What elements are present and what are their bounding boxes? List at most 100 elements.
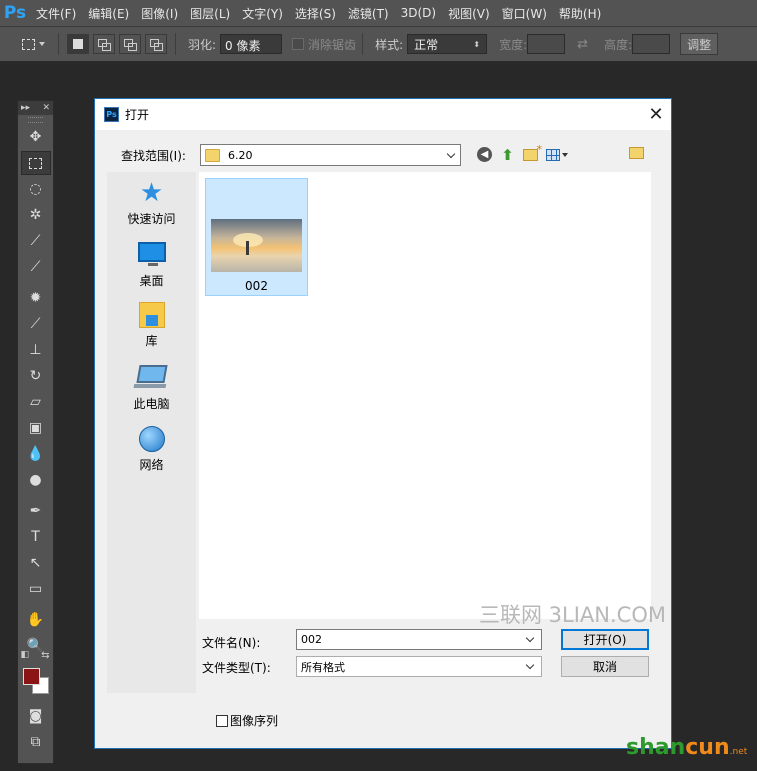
place-label: 快速访问 bbox=[127, 212, 176, 226]
tool-preset-picker[interactable] bbox=[14, 33, 52, 55]
filename-input[interactable]: 002 bbox=[296, 629, 542, 650]
filetype-select[interactable]: 所有格式 bbox=[296, 656, 542, 677]
eyedropper-tool-icon[interactable]: ⟋ bbox=[21, 255, 51, 279]
healing-brush-tool-icon[interactable]: ✹ bbox=[21, 286, 51, 310]
place-label: 桌面 bbox=[139, 274, 164, 288]
toolbox-grip[interactable] bbox=[28, 117, 43, 123]
chevron-down-icon bbox=[38, 42, 45, 46]
options-bar: 羽化: 0 像素 消除锯齿 样式: 正常 ⬍ 宽度: ⇄ 高度: 调整 bbox=[0, 26, 757, 62]
look-in-combo[interactable]: 6.20 bbox=[200, 144, 461, 166]
place-library[interactable]: 库 bbox=[107, 302, 196, 349]
antialias-label: 消除锯齿 bbox=[308, 37, 357, 52]
back-button[interactable]: ◀ bbox=[475, 145, 494, 164]
gradient-tool-icon[interactable]: ▣ bbox=[21, 416, 51, 440]
clone-stamp-tool-icon[interactable]: ⊥ bbox=[21, 338, 51, 362]
toolbox-header[interactable]: ▸▸ ✕ bbox=[18, 101, 53, 115]
place-label: 网络 bbox=[139, 458, 164, 472]
menu-image[interactable]: 图像(I) bbox=[135, 5, 184, 22]
move-tool-icon[interactable]: ✥ bbox=[21, 125, 51, 149]
desktop-icon bbox=[137, 242, 166, 266]
hand-tool-icon[interactable]: ✋ bbox=[21, 608, 51, 632]
color-swatches[interactable]: ◧ ⇆ bbox=[19, 650, 53, 696]
brush-tool-icon[interactable]: ⟋ bbox=[21, 312, 51, 336]
marquee-tool-icon[interactable] bbox=[20, 151, 51, 175]
path-selection-tool-icon[interactable]: ↖ bbox=[21, 551, 51, 575]
history-brush-tool-icon[interactable]: ↻ bbox=[21, 364, 51, 388]
swap-colors-icon[interactable]: ⇆ bbox=[41, 650, 49, 661]
width-input[interactable] bbox=[527, 34, 566, 54]
menu-help[interactable]: 帮助(H) bbox=[553, 5, 607, 22]
separator bbox=[58, 33, 59, 55]
type-tool-icon[interactable]: T bbox=[21, 525, 51, 549]
place-desktop[interactable]: 桌面 bbox=[107, 242, 196, 289]
computer-icon bbox=[135, 365, 168, 383]
file-item[interactable]: 002 bbox=[205, 178, 308, 296]
places-bar: ★ 快速访问 桌面 库 此电脑 网络 bbox=[107, 172, 196, 693]
place-quick-access[interactable]: ★ 快速访问 bbox=[107, 180, 196, 227]
close-icon: ✕ bbox=[648, 104, 664, 125]
expand-icon[interactable]: ▸▸ bbox=[21, 103, 30, 113]
logo-part-cun: cun bbox=[685, 735, 730, 760]
menu-3d[interactable]: 3D(D) bbox=[395, 6, 442, 20]
new-selection-button[interactable] bbox=[67, 34, 89, 54]
intersect-selection-button[interactable] bbox=[145, 34, 167, 54]
menu-view[interactable]: 视图(V) bbox=[442, 5, 496, 22]
menu-select[interactable]: 选择(S) bbox=[289, 5, 342, 22]
width-label: 宽度: bbox=[499, 37, 528, 52]
eraser-tool-icon[interactable]: ▱ bbox=[21, 390, 51, 414]
menu-bar: Ps 文件(F) 编辑(E) 图像(I) 图层(L) 文字(Y) 选择(S) 滤… bbox=[0, 0, 757, 26]
swap-icon[interactable]: ⇄ bbox=[577, 37, 588, 52]
logo-part-shan: shan bbox=[626, 735, 686, 760]
quick-mask-icon[interactable]: ◙ bbox=[21, 704, 51, 728]
default-colors-icon[interactable]: ◧ bbox=[21, 650, 30, 660]
dialog-titlebar[interactable]: Ps 打开 ✕ bbox=[95, 99, 671, 130]
subtract-selection-icon bbox=[124, 39, 137, 51]
place-this-pc[interactable]: 此电脑 bbox=[107, 365, 196, 412]
antialias-checkbox[interactable] bbox=[292, 38, 305, 50]
favorite-folder-icon[interactable] bbox=[629, 147, 644, 159]
magic-wand-tool-icon[interactable]: ✲ bbox=[21, 203, 51, 227]
checkbox-box[interactable] bbox=[216, 714, 228, 727]
close-icon[interactable]: ✕ bbox=[42, 103, 50, 113]
blur-tool-icon[interactable]: 💧 bbox=[21, 442, 51, 466]
nav-toolbar: ◀ ⬆ bbox=[475, 143, 570, 164]
screen-mode-icon[interactable]: ⧉ bbox=[21, 730, 51, 754]
file-list[interactable]: 002 bbox=[199, 172, 651, 619]
watermark: 三联网 3LIAN.COM bbox=[479, 603, 666, 627]
view-menu-button[interactable] bbox=[544, 145, 570, 164]
height-label: 高度: bbox=[604, 37, 633, 52]
style-select[interactable]: 正常 ⬍ bbox=[407, 34, 488, 54]
menu-window[interactable]: 窗口(W) bbox=[496, 5, 553, 22]
feather-input[interactable]: 0 像素 bbox=[220, 34, 283, 54]
place-network[interactable]: 网络 bbox=[107, 426, 196, 473]
lasso-tool-icon[interactable]: ◌ bbox=[21, 177, 51, 201]
refine-edge-button[interactable]: 调整 bbox=[680, 33, 719, 55]
marquee-icon bbox=[29, 157, 42, 169]
menu-edit[interactable]: 编辑(E) bbox=[82, 5, 135, 22]
filetype-value: 所有格式 bbox=[301, 660, 345, 674]
shape-tool-icon[interactable]: ▭ bbox=[21, 577, 51, 601]
new-folder-button[interactable] bbox=[521, 143, 542, 164]
menu-layer[interactable]: 图层(L) bbox=[184, 5, 236, 22]
dodge-tool-icon[interactable]: ● bbox=[21, 468, 51, 492]
site-logo: shancun.net bbox=[626, 735, 747, 760]
up-folder-button[interactable]: ⬆ bbox=[498, 145, 517, 164]
chevron-down-icon[interactable] bbox=[523, 633, 537, 643]
open-button[interactable]: 打开(O) bbox=[561, 629, 649, 650]
menu-filter[interactable]: 滤镜(T) bbox=[342, 5, 395, 22]
cancel-button[interactable]: 取消 bbox=[561, 656, 649, 677]
height-input[interactable] bbox=[632, 34, 671, 54]
menu-file[interactable]: 文件(F) bbox=[30, 5, 82, 22]
new-selection-icon bbox=[73, 39, 83, 49]
subtract-selection-button[interactable] bbox=[119, 34, 141, 54]
add-selection-button[interactable] bbox=[93, 34, 115, 54]
back-icon: ◀ bbox=[477, 147, 492, 162]
foreground-color[interactable] bbox=[22, 668, 40, 685]
pen-tool-icon[interactable]: ✒ bbox=[21, 499, 51, 523]
close-button[interactable]: ✕ bbox=[641, 100, 671, 130]
image-sequence-checkbox[interactable]: 图像序列 bbox=[216, 712, 278, 729]
crop-tool-icon[interactable]: ⟋ bbox=[21, 229, 51, 253]
chevron-down-icon[interactable] bbox=[442, 149, 460, 158]
place-label: 此电脑 bbox=[133, 397, 170, 411]
menu-type[interactable]: 文字(Y) bbox=[236, 5, 289, 22]
